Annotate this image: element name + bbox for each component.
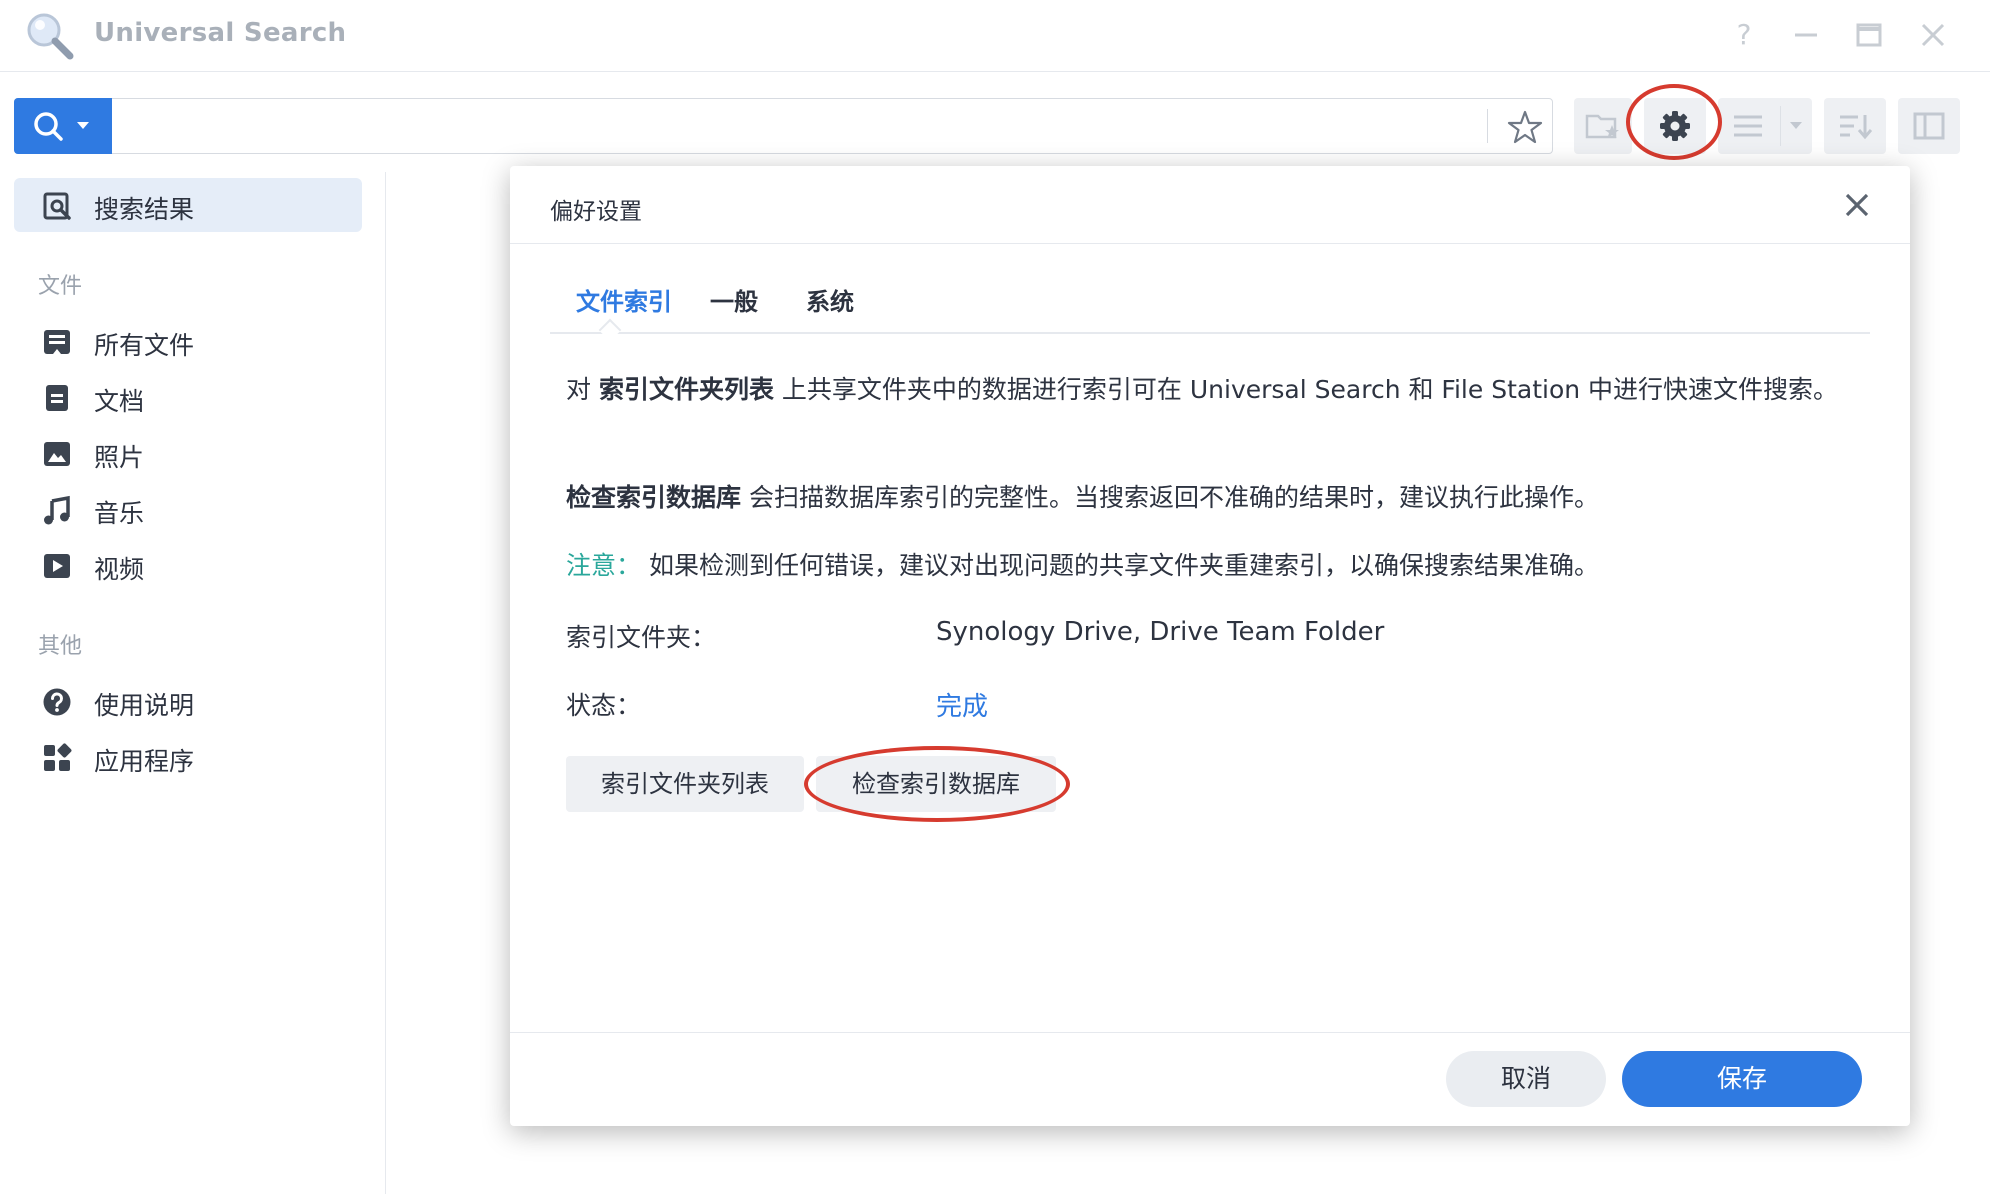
sidebar-item-photos[interactable]: 照片 <box>14 426 362 480</box>
index-folder-list-button[interactable]: 索引文件夹列表 <box>566 756 804 812</box>
status-value[interactable]: 完成 <box>936 686 988 723</box>
active-tab-indicator <box>598 318 622 342</box>
sidebar-item-label: 照片 <box>94 443 145 472</box>
close-icon[interactable] <box>1842 190 1872 220</box>
sidebar-item-label: 所有文件 <box>94 331 195 360</box>
description-suffix: 会扫描数据库索引的完整性。当搜索返回不准确的结果时，建议执行此操作。 <box>741 483 1599 512</box>
sidebar-item-label: 音乐 <box>94 499 145 528</box>
sidebar-item-music[interactable]: 音乐 <box>14 482 362 536</box>
description-bold-check-db: 检查索引数据库 <box>566 483 742 512</box>
favorite-folder-button[interactable] <box>1574 98 1632 154</box>
tab-system[interactable]: 系统 <box>806 282 854 317</box>
note-label: 注意： <box>566 551 642 580</box>
apps-grid-icon <box>44 743 72 771</box>
chevron-down-icon <box>1790 122 1802 129</box>
dialog-header: 偏好设置 <box>510 166 1910 244</box>
maximize-icon[interactable] <box>1854 20 1884 50</box>
sidebar-section-other: 其他 <box>38 634 83 659</box>
help-circle-icon <box>43 688 71 716</box>
search-button[interactable] <box>14 98 112 154</box>
button-divider <box>1780 106 1781 146</box>
index-folder-label: 索引文件夹： <box>566 623 717 652</box>
document-icon <box>46 385 68 411</box>
description-check-db: 检查索引数据库 会扫描数据库索引的完整性。当搜索返回不准确的结果时，建议执行此操… <box>566 478 1856 518</box>
gear-icon <box>1660 111 1690 141</box>
sidebar-item-label: 应用程序 <box>94 747 195 776</box>
cancel-button[interactable]: 取消 <box>1446 1051 1606 1107</box>
preferences-dialog: 偏好设置 文件索引 一般 系统 对 索引文件夹列表 上共享文件夹中的数据进行索引… <box>510 166 1910 1126</box>
description-prefix: 对 <box>566 375 599 404</box>
chevron-down-icon <box>77 122 89 129</box>
sidebar-item-label: 文档 <box>94 387 145 416</box>
close-icon[interactable] <box>1918 20 1948 50</box>
sidebar-section-files: 文件 <box>38 274 83 299</box>
description-suffix: 上共享文件夹中的数据进行索引可在 Universal Search 和 File… <box>773 375 1839 404</box>
search-icon <box>34 112 63 141</box>
search-input[interactable] <box>113 99 1501 153</box>
sort-button[interactable] <box>1824 98 1886 154</box>
sidebar-item-videos[interactable]: 视频 <box>14 538 362 592</box>
dialog-footer: 取消 保存 <box>510 1032 1910 1126</box>
panel-icon <box>1913 112 1945 140</box>
status-label: 状态： <box>566 691 642 720</box>
save-button[interactable]: 保存 <box>1622 1051 1862 1107</box>
sidebar-item-help[interactable]: 使用说明 <box>14 674 362 728</box>
description-index: 对 索引文件夹列表 上共享文件夹中的数据进行索引可在 Universal Sea… <box>566 370 1856 410</box>
index-folder-value: Synology Drive, Drive Team Folder <box>936 617 1385 647</box>
photo-icon <box>44 442 70 466</box>
tab-general[interactable]: 一般 <box>710 282 758 317</box>
app-logo-icon <box>27 13 74 60</box>
sidebar-item-label: 搜索结果 <box>94 195 195 224</box>
sidebar-item-label: 使用说明 <box>94 691 195 720</box>
help-icon[interactable]: ? <box>1729 20 1759 50</box>
sidebar-item-label: 视频 <box>94 555 145 584</box>
note-text: 注意： 如果检测到任何错误，建议对出现问题的共享文件夹重建索引，以确保搜索结果准… <box>566 546 1856 586</box>
tab-file-index[interactable]: 文件索引 <box>576 282 672 317</box>
toggle-panel-button[interactable] <box>1898 98 1960 154</box>
view-mode-button[interactable] <box>1718 98 1812 154</box>
dialog-tabs: 文件索引 一般 系统 <box>550 244 1870 342</box>
sort-icon <box>1840 115 1872 140</box>
sidebar-item-search-results[interactable]: 搜索结果 <box>14 178 362 232</box>
sidebar-item-applications[interactable]: 应用程序 <box>14 730 362 784</box>
all-files-icon <box>44 330 70 354</box>
sidebar: 搜索结果 文件 所有文件 文档 照片 音乐 视频 其他 使用说明 应用程序 <box>0 172 386 1194</box>
video-icon <box>44 554 70 578</box>
check-index-db-button[interactable]: 检查索引数据库 <box>816 756 1056 812</box>
folder-star-icon <box>1585 114 1619 139</box>
dialog-title: 偏好设置 <box>550 199 642 225</box>
star-icon[interactable] <box>1507 109 1543 145</box>
music-icon <box>44 495 70 525</box>
search-divider <box>1487 109 1488 143</box>
note-body: 如果检测到任何错误，建议对出现问题的共享文件夹重建索引，以确保搜索结果准确。 <box>648 551 1599 580</box>
minimize-icon[interactable] <box>1791 20 1821 50</box>
title-bar: Universal Search ? <box>0 0 1990 72</box>
sidebar-item-all-files[interactable]: 所有文件 <box>14 314 362 368</box>
search-results-icon <box>43 192 71 220</box>
list-icon <box>1734 115 1762 137</box>
sidebar-item-documents[interactable]: 文档 <box>14 370 362 424</box>
settings-button[interactable] <box>1644 98 1706 154</box>
description-bold-folder-list: 索引文件夹列表 <box>598 375 774 404</box>
search-bar <box>14 98 1553 154</box>
app-title: Universal Search <box>94 18 347 48</box>
